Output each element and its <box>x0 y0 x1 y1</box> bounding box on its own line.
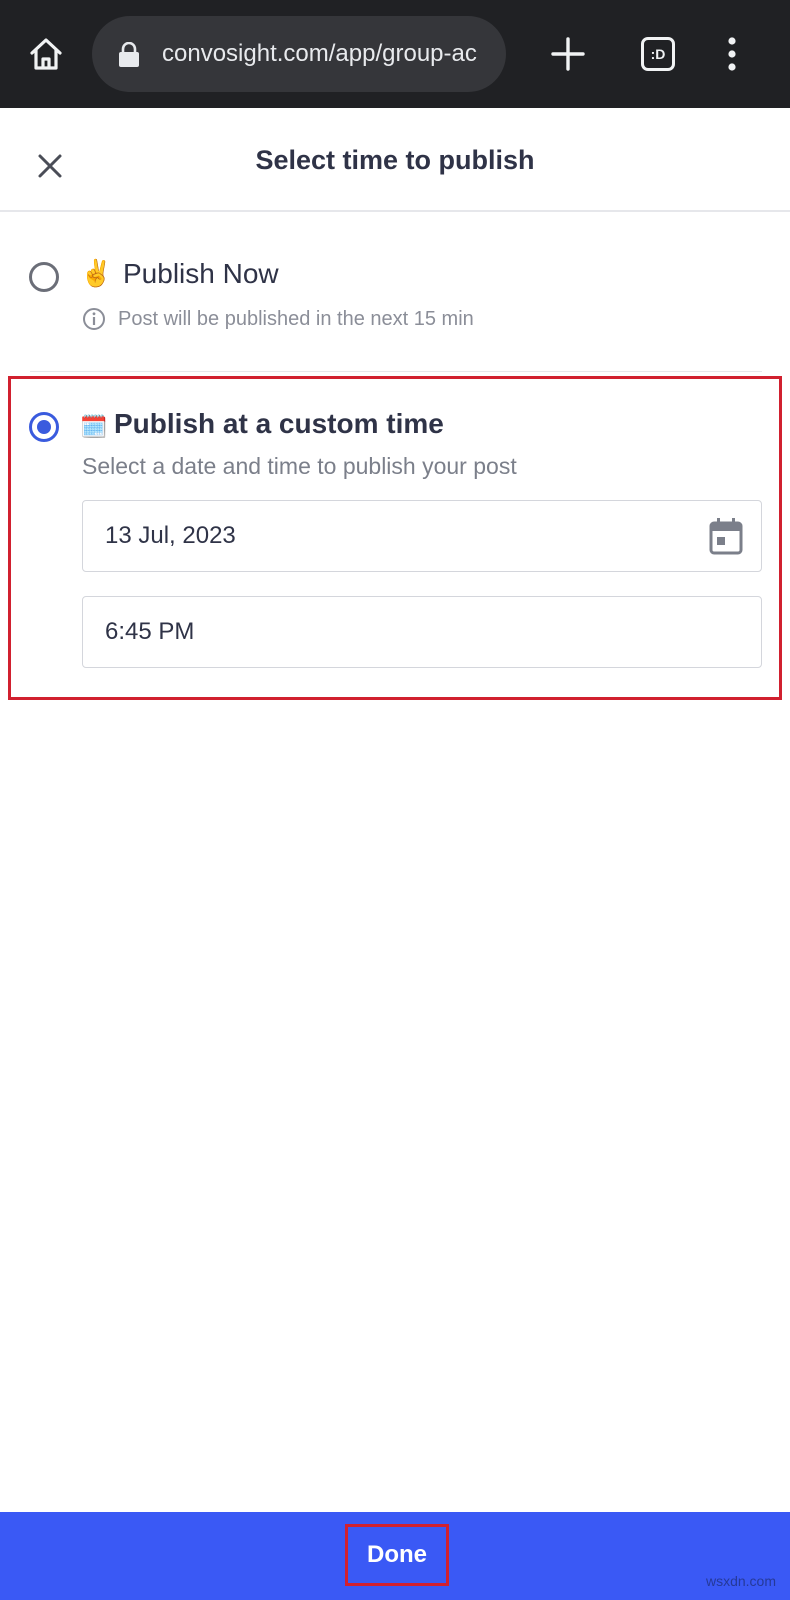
date-value[interactable]: 13 Jul, 2023 <box>105 519 236 553</box>
option-divider <box>30 371 762 372</box>
calendar-emoji: 🗓️ <box>80 414 108 439</box>
done-bar[interactable]: Done <box>0 1512 790 1600</box>
calendar-icon[interactable] <box>709 517 743 555</box>
done-button[interactable]: Done <box>345 1524 449 1586</box>
address-bar[interactable]: convosight.com/app/group-ac <box>92 16 506 92</box>
custom-time-description: Select a date and time to publish your p… <box>82 453 517 479</box>
publish-now-option[interactable]: ✌️ Publish Now Post will be published in… <box>0 230 790 370</box>
browser-toolbar: convosight.com/app/group-ac :D <box>0 0 790 108</box>
custom-time-radio[interactable] <box>29 412 59 442</box>
victory-hand-emoji: ✌️ <box>80 258 113 288</box>
plus-icon[interactable] <box>548 34 588 74</box>
more-vert-icon[interactable] <box>724 36 740 72</box>
tab-count-label: :D <box>650 46 666 62</box>
info-icon <box>83 308 105 330</box>
publish-now-label: Publish Now <box>123 258 279 289</box>
dialog-header: Select time to publish <box>0 108 790 212</box>
time-input[interactable]: 6:45 PM <box>82 596 762 668</box>
lock-icon <box>119 42 139 67</box>
publish-now-radio[interactable] <box>29 262 59 292</box>
date-input[interactable]: 13 Jul, 2023 <box>82 500 762 572</box>
url-text[interactable]: convosight.com/app/group-ac <box>162 38 496 70</box>
publish-now-note: Post will be published in the next 15 mi… <box>118 308 474 330</box>
tabs-icon[interactable]: :D <box>641 37 675 71</box>
dialog-title: Select time to publish <box>255 145 535 175</box>
custom-time-label: Publish at a custom time <box>114 408 444 439</box>
watermark: wsxdn.com <box>705 1573 776 1589</box>
time-value[interactable]: 6:45 PM <box>105 615 194 649</box>
home-icon[interactable] <box>26 34 66 74</box>
